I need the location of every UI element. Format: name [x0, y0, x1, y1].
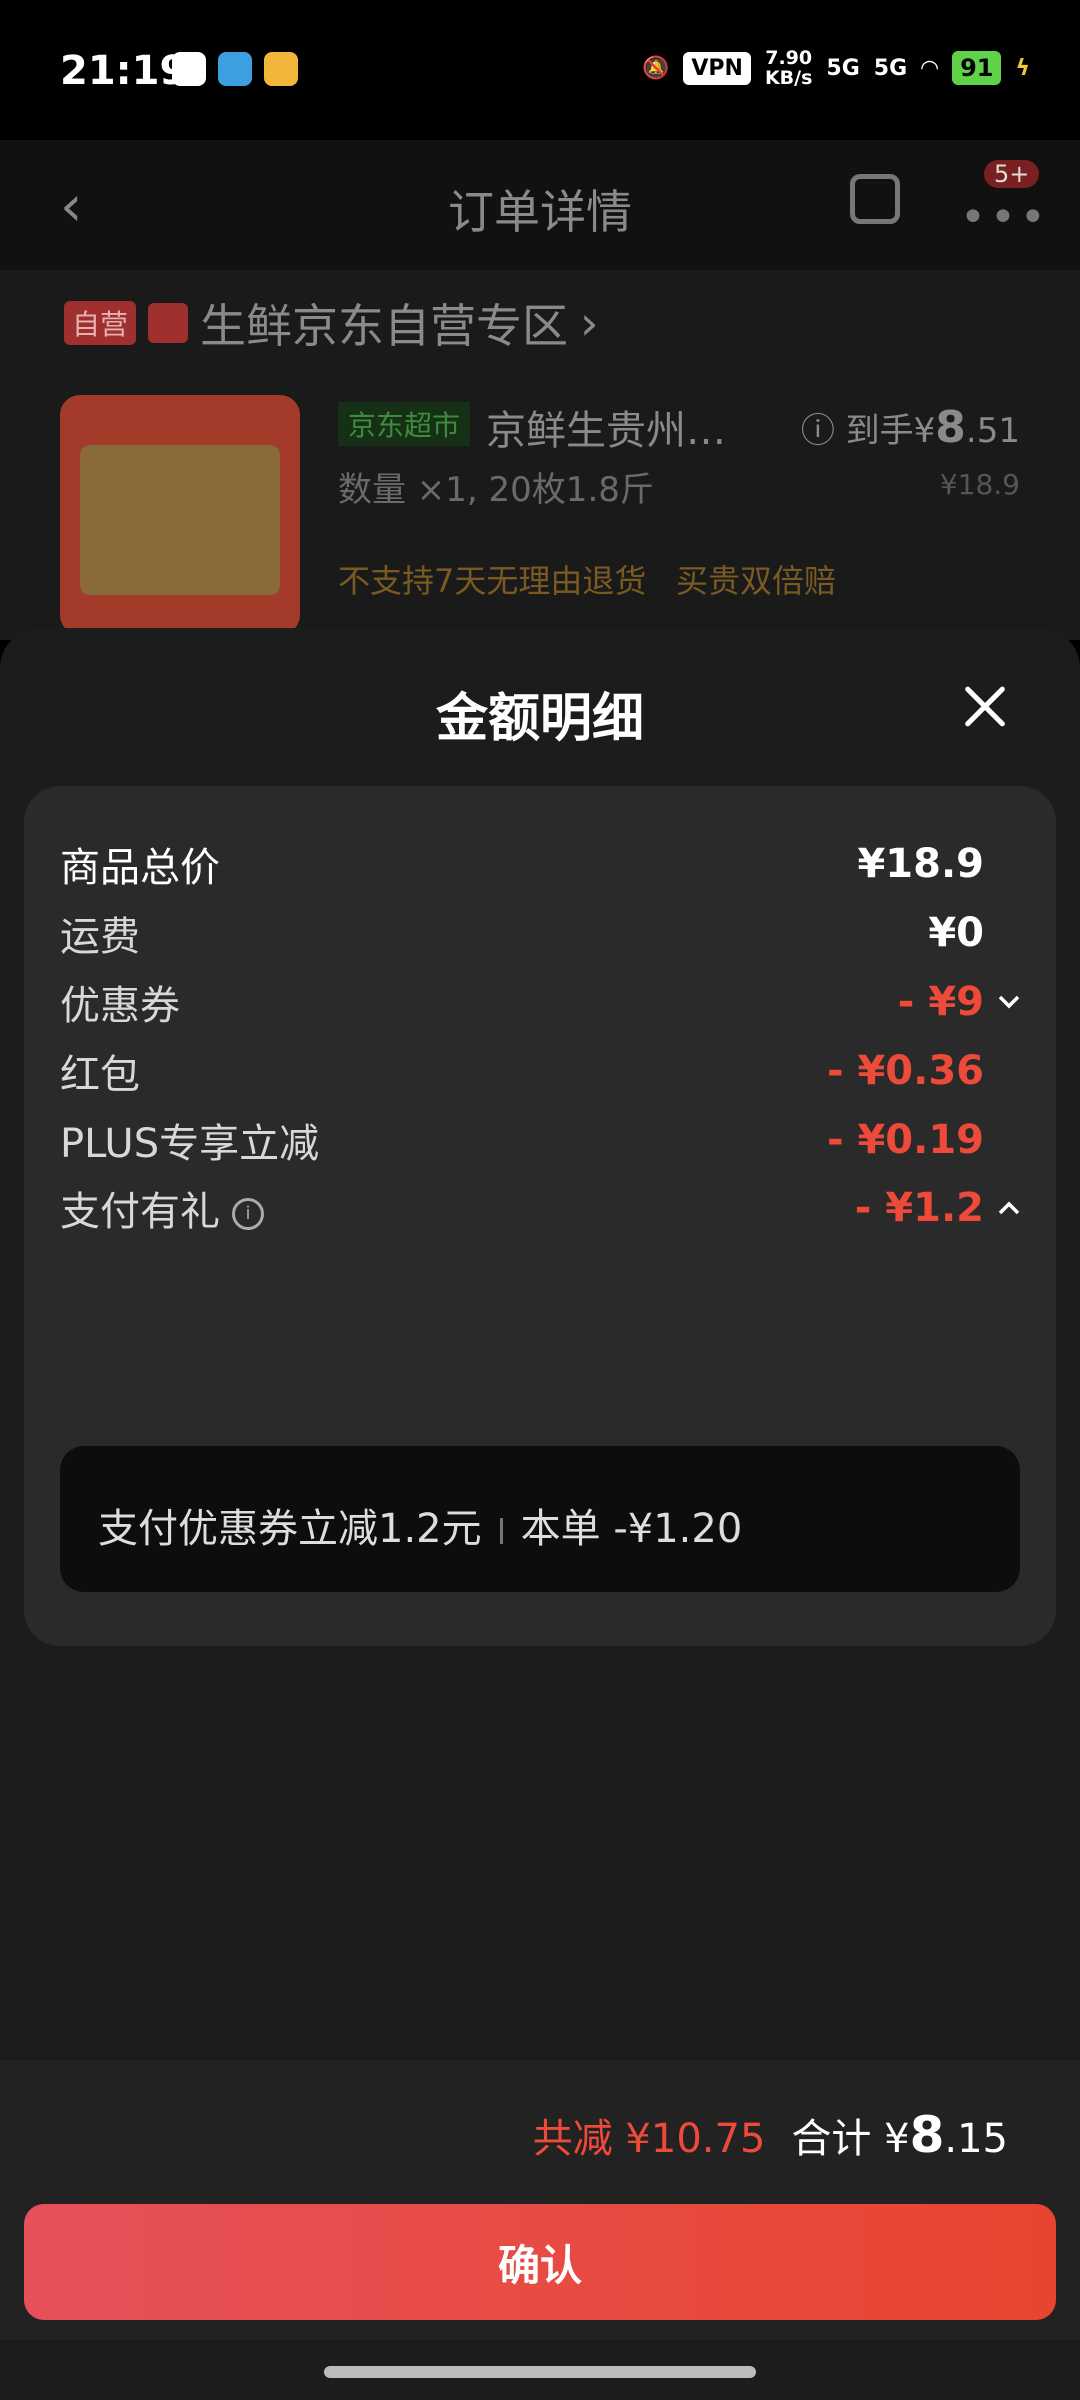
- signal-icon: 5G: [826, 55, 860, 81]
- original-price: ¥18.9: [939, 468, 1020, 501]
- row-label: 红包: [60, 1052, 140, 1098]
- pay-gift-detail: 支付优惠券立减1.2元 本单 -¥1.20: [98, 1506, 743, 1552]
- mute-icon: 🔕: [641, 55, 670, 81]
- row-label: 运费: [60, 914, 140, 960]
- row-coupon[interactable]: 优惠券 - ¥9: [60, 972, 1020, 1032]
- row-label: PLUS专享立减: [60, 1121, 320, 1167]
- nav-bar: ‹ 订单详情 ••• 5+: [0, 140, 1080, 270]
- battery-icon: 91: [952, 51, 1002, 85]
- row-value: - ¥9: [898, 979, 1020, 1025]
- product-price: ⓘ 到手¥8.51: [800, 402, 1020, 453]
- status-right: 🔕 VPN 7.90 KB/s 5G 5G ◠ 91 ϟ: [642, 48, 1030, 88]
- amount-card: 商品总价 ¥18.9 运费 ¥0 优惠券 - ¥9 红包 - ¥0.36 PLU…: [24, 786, 1056, 1646]
- app-notification-icon: [172, 52, 206, 86]
- row-label: 优惠券: [60, 983, 180, 1029]
- sheet-title: 金额明细: [435, 689, 644, 749]
- more-icon[interactable]: •••: [960, 192, 1050, 243]
- divider: [499, 1518, 503, 1544]
- checkout-footer: 共减 ¥10.75 合计 ¥8.15 确认: [0, 2060, 1080, 2340]
- shop-name: 生鲜京东自营专区: [200, 299, 569, 353]
- row-total-price: 商品总价 ¥18.9: [60, 834, 1020, 894]
- row-shipping: 运费 ¥0: [60, 903, 1020, 963]
- row-label: 支付有礼 i: [60, 1179, 264, 1237]
- chart-icon: [148, 303, 189, 343]
- row-value: - ¥0.19: [826, 1117, 984, 1163]
- status-bar: 21:19 🔕 VPN 7.90 KB/s 5G 5G ◠ 91 ϟ: [0, 0, 1080, 140]
- home-indicator[interactable]: [324, 2366, 756, 2378]
- product-name[interactable]: 京鲜生贵州…: [486, 398, 726, 456]
- product-image[interactable]: [60, 395, 300, 635]
- row-red-packet: 红包 - ¥0.36: [60, 1041, 1020, 1101]
- info-icon[interactable]: i: [232, 1198, 264, 1230]
- product-image-content: [80, 445, 280, 595]
- charging-icon: ϟ: [1015, 55, 1030, 81]
- product-tag: 京东超市: [338, 402, 471, 446]
- info-icon[interactable]: ⓘ: [801, 411, 846, 451]
- network-speed: 7.90 KB/s: [764, 47, 813, 89]
- chevron-down-icon[interactable]: [998, 995, 1020, 1009]
- chevron-up-icon[interactable]: [998, 1201, 1020, 1215]
- row-value: - ¥1.2: [855, 1185, 1020, 1231]
- row-value: ¥0: [928, 910, 984, 956]
- shop-header[interactable]: 自营 生鲜京东自营专区 ›: [64, 290, 598, 356]
- self-operated-tag: 自营: [64, 301, 137, 345]
- row-label: 商品总价: [60, 845, 220, 891]
- app-notification-icon: [264, 52, 298, 86]
- total-summary: 共减 ¥10.75 合计 ¥8.15: [533, 2106, 1008, 2164]
- saved-amount: 共减 ¥10.75: [532, 2116, 766, 2162]
- status-time: 21:19: [60, 48, 188, 94]
- row-plus-discount: PLUS专享立减 - ¥0.19: [60, 1110, 1020, 1170]
- product-quantity: 数量 ×1, 20枚1.8斤: [338, 470, 654, 510]
- row-pay-gift[interactable]: 支付有礼 i - ¥1.2: [60, 1178, 1020, 1238]
- close-icon[interactable]: [960, 682, 1010, 732]
- row-value: ¥18.9: [857, 841, 984, 887]
- share-icon[interactable]: [850, 174, 900, 224]
- app-notification-icon: [218, 52, 252, 86]
- more-badge: 5+: [984, 160, 1040, 188]
- row-value: - ¥0.36: [826, 1048, 984, 1094]
- pay-gift-detail-box: 支付优惠券立减1.2元 本单 -¥1.20: [60, 1446, 1020, 1592]
- chevron-right-icon: ›: [580, 296, 599, 350]
- signal-icon: 5G: [873, 55, 908, 81]
- vpn-icon: VPN: [683, 51, 751, 85]
- page-title: 订单详情: [448, 185, 632, 239]
- double-compensation-notice: 买贵双倍赔: [676, 562, 837, 600]
- wifi-icon: ◠: [921, 55, 939, 81]
- confirm-button[interactable]: 确认: [24, 2204, 1056, 2320]
- no-return-notice: 不支持7天无理由退货: [338, 562, 647, 600]
- total-amount: 合计 ¥8.15: [791, 2106, 1008, 2164]
- order-detail-background: ‹ 订单详情 ••• 5+ 自营 生鲜京东自营专区 › 京东超市 京鲜生贵州… …: [0, 140, 1080, 640]
